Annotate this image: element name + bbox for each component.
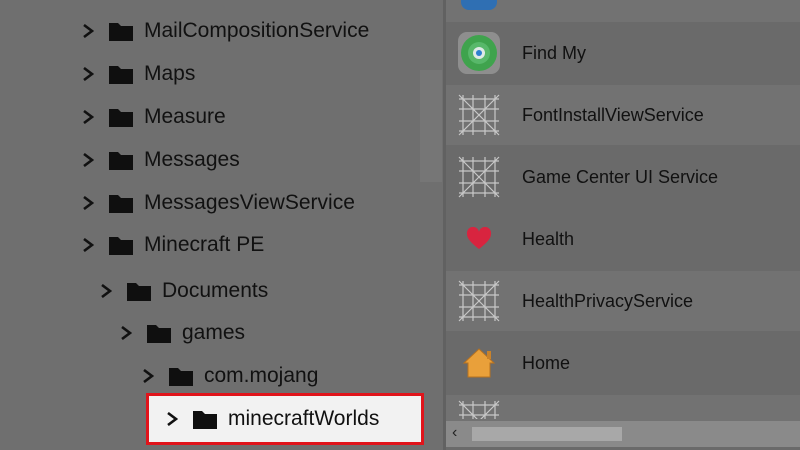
tree-item-com-mojang[interactable]: com.mojang (138, 358, 318, 394)
tree-item-messages[interactable]: Messages (78, 142, 240, 178)
chevron-right-icon[interactable] (78, 235, 98, 255)
app-row-health[interactable]: Health (446, 209, 800, 269)
app-label: Find My (522, 42, 587, 63)
placeholder-grid-icon (456, 154, 502, 200)
chevron-right-icon[interactable] (116, 323, 136, 343)
chevron-right-icon[interactable] (138, 366, 158, 386)
tree-item-label: MessagesViewService (144, 191, 355, 214)
tree-item-games[interactable]: games (116, 315, 245, 351)
app-label: Home (522, 352, 571, 373)
tree-item-messagesviewservice[interactable]: MessagesViewService (78, 185, 355, 221)
app-row-game-center-ui-service[interactable]: Game Center UI Service (446, 147, 800, 207)
app-label: HealthPrivacyService (522, 290, 694, 311)
app-row-healthprivacyservice[interactable]: HealthPrivacyService (446, 271, 800, 331)
placeholder-grid-icon (456, 278, 502, 324)
app-label: Game Center UI Service (522, 166, 719, 187)
app-label: Health (522, 228, 575, 249)
tree-item-mailcompositionservice[interactable]: MailCompositionService (78, 13, 369, 49)
chevron-right-icon[interactable] (78, 107, 98, 127)
tree-item-label: Documents (162, 279, 269, 302)
tree-item-label: games (182, 321, 246, 344)
chevron-right-icon[interactable] (78, 64, 98, 84)
app-list-pane: Find My FontInstallViewService Game Cent… (446, 0, 800, 450)
tree-item-minecraftworlds[interactable]: minecraftWorlds (162, 401, 379, 437)
heart-icon (456, 216, 502, 262)
folder-icon (108, 234, 134, 256)
app-row-home[interactable]: Home (446, 333, 800, 393)
folder-icon (192, 408, 218, 430)
find-my-icon (456, 30, 502, 76)
app-row-partial-bottom (446, 395, 800, 423)
placeholder-grid-icon (456, 92, 502, 138)
chevron-right-icon[interactable] (96, 281, 116, 301)
chevron-right-icon[interactable] (162, 409, 182, 429)
folder-icon (168, 365, 194, 387)
home-icon (456, 340, 502, 386)
tree-item-label: MailCompositionService (144, 19, 370, 42)
horizontal-scrollbar[interactable]: ‹ (446, 421, 800, 447)
chevron-right-icon[interactable] (78, 21, 98, 41)
scroll-left-arrow-icon[interactable]: ‹ (452, 424, 457, 442)
chevron-right-icon[interactable] (78, 150, 98, 170)
tree-item-label: Measure (144, 105, 226, 128)
folder-icon (108, 20, 134, 42)
tree-item-label: com.mojang (204, 364, 319, 387)
tree-item-documents[interactable]: Documents (96, 273, 268, 309)
folder-tree-pane: MailCompositionService Maps Measure Mess… (0, 0, 444, 450)
tree-item-maps[interactable]: Maps (78, 56, 195, 92)
folder-icon (108, 63, 134, 85)
tree-item-minecraft-pe[interactable]: Minecraft PE (78, 227, 264, 263)
app-icon-blue (456, 0, 502, 15)
tree-item-label: Minecraft PE (144, 233, 265, 256)
folder-icon (146, 322, 172, 344)
folder-icon (108, 149, 134, 171)
tree-item-label: Messages (144, 148, 240, 171)
tree-item-measure[interactable]: Measure (78, 99, 226, 135)
app-row-find-my[interactable]: Find My (446, 23, 800, 83)
placeholder-grid-icon (456, 399, 502, 419)
tree-scrollbar[interactable] (420, 70, 442, 182)
app-row-partial-top (446, 0, 800, 22)
tree-item-label: minecraftWorlds (228, 407, 380, 430)
folder-icon (108, 192, 134, 214)
app-row-fontinstallviewservice[interactable]: FontInstallViewService (446, 85, 800, 145)
chevron-right-icon[interactable] (78, 193, 98, 213)
folder-icon (108, 106, 134, 128)
scrollbar-thumb[interactable] (472, 427, 622, 441)
app-label: FontInstallViewService (522, 104, 704, 125)
folder-icon (126, 280, 152, 302)
tree-item-label: Maps (144, 62, 196, 85)
